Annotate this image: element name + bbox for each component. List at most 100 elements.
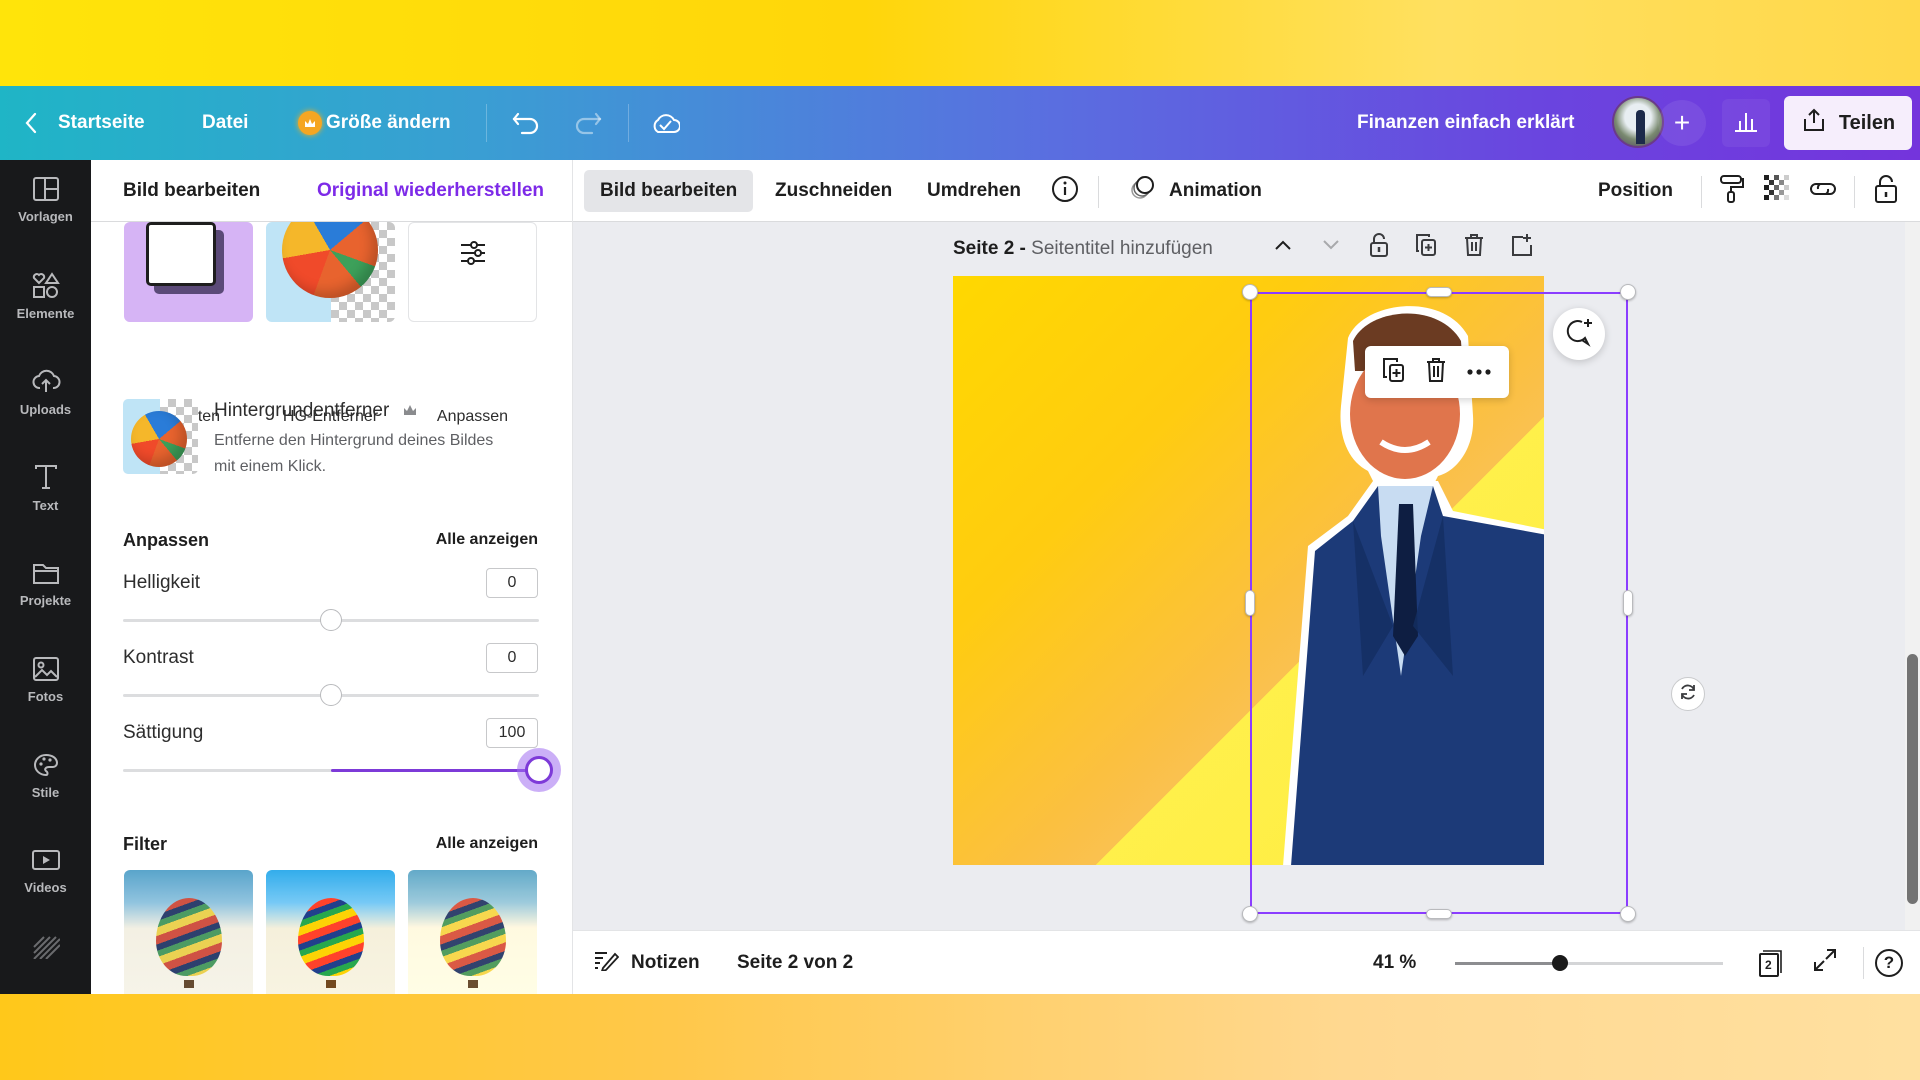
lock-page-button[interactable]	[1369, 232, 1389, 263]
transparency-button[interactable]	[1763, 170, 1793, 212]
crop-button[interactable]: Zuschneiden	[759, 170, 908, 212]
undo-icon	[512, 110, 540, 136]
resize-handle-bottom[interactable]	[1426, 909, 1452, 919]
notes-button[interactable]: Notizen	[593, 931, 700, 994]
user-avatar[interactable]	[1612, 96, 1664, 148]
adjust-see-all-link[interactable]: Alle anzeigen	[436, 531, 538, 549]
duplicate-page-button[interactable]	[1415, 233, 1437, 262]
resize-label: Größe ändern	[326, 112, 451, 133]
delete-page-button[interactable]	[1463, 233, 1485, 262]
resize-handle-top[interactable]	[1426, 287, 1452, 297]
page-title[interactable]: Seite 2 - Seitentitel hinzufügen	[953, 238, 1213, 260]
saturation-input[interactable]: 100	[486, 718, 538, 748]
insights-button[interactable]	[1722, 99, 1770, 147]
crown-icon	[403, 400, 417, 422]
resize-button[interactable]: Größe ändern	[298, 86, 451, 160]
sidebar-more-apps[interactable]	[0, 918, 91, 978]
resize-handle-top-right[interactable]	[1620, 284, 1636, 300]
folder-icon	[32, 561, 60, 588]
copy-style-button[interactable]	[1717, 170, 1747, 212]
back-home-button[interactable]: Startseite	[24, 86, 145, 160]
brightness-slider[interactable]	[123, 609, 539, 631]
fullscreen-button[interactable]	[1813, 931, 1837, 994]
divider	[628, 104, 629, 142]
filter-thumbnail[interactable]	[266, 870, 395, 994]
add-comment-button[interactable]	[1553, 308, 1605, 360]
filter-see-all-link[interactable]: Alle anzeigen	[436, 835, 538, 853]
filter-thumbnail[interactable]	[408, 870, 537, 994]
undo-button[interactable]	[512, 86, 540, 160]
filter-thumbnail[interactable]	[124, 870, 253, 994]
unlock-icon	[1874, 174, 1898, 209]
left-sidebar: Vorlagen Elemente Uploads Text Projekte …	[0, 160, 91, 994]
effect-tile-bg-remover[interactable]	[266, 222, 395, 322]
restore-original-button[interactable]: Original wiederherstellen	[317, 180, 544, 202]
sidebar-item-styles[interactable]: Stile	[0, 736, 91, 816]
sliders-icon	[459, 239, 487, 272]
effect-tile-shadow[interactable]	[124, 222, 253, 322]
sidebar-item-projects[interactable]: Projekte	[0, 544, 91, 624]
bg-remover-thumbnail[interactable]	[123, 399, 198, 474]
resize-handle-right[interactable]	[1623, 590, 1633, 616]
flip-button[interactable]: Umdrehen	[911, 170, 1037, 212]
zoom-slider[interactable]	[1455, 955, 1723, 971]
saturation-slider-thumb[interactable]	[525, 756, 553, 784]
edit-image-button[interactable]: Bild bearbeiten	[584, 170, 754, 212]
scrollbar-thumb[interactable]	[1907, 654, 1918, 904]
help-button[interactable]: ?	[1875, 931, 1903, 994]
bg-remover-description: Entferne den Hintergrund deines Bildes m…	[214, 432, 494, 475]
sidebar-item-uploads[interactable]: Uploads	[0, 352, 91, 432]
divider	[1863, 947, 1864, 979]
photo-icon	[32, 656, 59, 684]
panel-header: Bild bearbeiten Original wiederherstelle…	[91, 160, 572, 222]
more-options-icon[interactable]	[1466, 363, 1492, 381]
resize-handle-left[interactable]	[1245, 590, 1255, 616]
brightness-input[interactable]: 0	[486, 568, 538, 598]
panel-title[interactable]: Bild bearbeiten	[123, 180, 260, 202]
zoom-percentage[interactable]: 41 %	[1373, 931, 1416, 994]
link-button[interactable]	[1808, 170, 1838, 212]
resize-handle-bottom-right[interactable]	[1620, 906, 1636, 922]
invite-collaborator-button[interactable]: +	[1658, 100, 1706, 146]
cloud-save-status[interactable]	[650, 86, 680, 160]
page-grid-button[interactable]: 2	[1759, 931, 1783, 994]
canvas-scrollbar[interactable]	[1905, 222, 1920, 930]
page-title-input[interactable]: Seitentitel hinzufügen	[1031, 238, 1213, 259]
resize-handle-top-left[interactable]	[1242, 284, 1258, 300]
delete-element-button[interactable]	[1425, 357, 1447, 388]
divider	[1701, 176, 1702, 208]
sidebar-item-photos[interactable]: Fotos	[0, 640, 91, 720]
share-button[interactable]: Teilen	[1784, 96, 1912, 150]
contrast-input[interactable]: 0	[486, 643, 538, 673]
duplicate-element-button[interactable]	[1382, 357, 1406, 388]
brightness-slider-thumb[interactable]	[320, 609, 342, 631]
plus-icon: +	[1673, 107, 1691, 138]
add-page-icon-button[interactable]	[1511, 233, 1533, 262]
top-bar: Startseite Datei Größe ändern Finanzen e…	[0, 86, 1920, 160]
saturation-slider[interactable]	[123, 756, 553, 784]
resize-handle-bottom-left[interactable]	[1242, 906, 1258, 922]
page-down-button[interactable]	[1321, 238, 1341, 256]
lock-button[interactable]	[1871, 170, 1901, 212]
bg-remover-title-row[interactable]: Hintergrundentferner	[214, 400, 417, 422]
zoom-slider-thumb[interactable]	[1551, 955, 1568, 971]
sidebar-item-templates[interactable]: Vorlagen	[0, 160, 91, 240]
effect-tile-adjust[interactable]	[408, 222, 537, 322]
sidebar-item-text[interactable]: Text	[0, 448, 91, 528]
context-toolbar: Bild bearbeiten Zuschneiden Umdrehen Ani…	[573, 160, 1920, 222]
animation-button[interactable]: Animation	[1113, 170, 1278, 212]
contrast-slider-thumb[interactable]	[320, 684, 342, 706]
page-indicator: Seite 2 von 2	[737, 952, 854, 973]
position-button[interactable]: Position	[1582, 170, 1689, 212]
design-title[interactable]: Finanzen einfach erklärt	[1357, 86, 1575, 160]
editor-app: Startseite Datei Größe ändern Finanzen e…	[0, 86, 1920, 994]
rotate-button[interactable]	[1671, 677, 1705, 711]
contrast-slider[interactable]	[123, 684, 539, 706]
sidebar-item-elements[interactable]: Elemente	[0, 256, 91, 336]
info-button[interactable]	[1050, 170, 1080, 212]
share-label: Teilen	[1838, 111, 1896, 134]
redo-button[interactable]	[574, 86, 602, 160]
page-up-button[interactable]	[1273, 238, 1293, 256]
sidebar-item-videos[interactable]: Videos	[0, 832, 91, 912]
file-menu-button[interactable]: Datei	[202, 86, 248, 160]
